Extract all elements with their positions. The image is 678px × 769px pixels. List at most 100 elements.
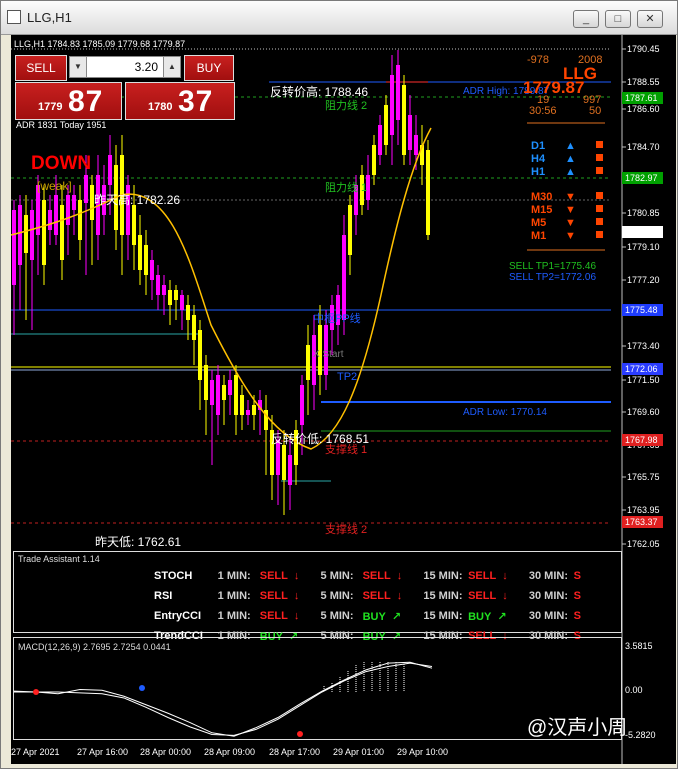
candle [348,205,352,255]
signal-cell: SELL ↓ [258,586,319,606]
signal-value: BUY [468,610,492,623]
timeframe-status-icon [596,231,603,238]
signal-cell: S [572,606,621,626]
indicator-name: EntryCCI [154,610,202,622]
buy-button[interactable]: BUY [184,55,234,81]
sell-price-button[interactable]: 1779 87 [15,82,122,120]
chart-header: LLG,H1 1784.83 1785.09 1779.68 1779.87 [14,39,185,49]
adr-info: ADR 1831 Today 1951 [16,120,106,130]
candle [150,260,154,280]
price-axis-label: 1779.10 [627,242,660,252]
axis-tag-1782-97-text: 1782.97 [625,173,658,183]
resistance-2-label: 阻力线 2 [325,98,367,112]
resistance-1-label: 阻力线 1 [325,180,367,194]
candle [390,75,394,135]
info-price: 1779.87 [523,78,584,97]
sell-price-big: 87 [68,85,104,118]
arrow-down-icon: ↓ [396,570,403,582]
signal-value: SELL [259,610,288,622]
price-axis-label: 1771.50 [627,375,660,385]
signal-cell: SELL ↓ [361,586,422,606]
lot-decrease-icon[interactable]: ▼ [69,56,87,78]
yesterday-high-label: 昨天高: 1782.26 [94,192,180,207]
candle [342,235,346,320]
arrow-down-icon: ↓ [502,570,508,582]
candle [42,200,46,265]
candle [48,210,52,230]
candle [300,385,304,425]
candle [222,385,226,400]
price-axis-label: 1790.45 [627,44,660,54]
candle [186,305,190,320]
buy-price-big: 37 [178,85,214,118]
signal-cell: SELL ↓ [258,606,319,626]
candle [228,380,232,395]
signal-value: S [573,610,581,622]
candle [246,410,250,415]
candle [60,205,64,260]
candle [234,375,238,415]
candle [252,405,256,415]
candle [384,105,388,145]
candle [66,195,70,225]
candle [18,205,22,265]
signal-value: BUY [362,610,386,623]
close-button[interactable]: ✕ [637,10,663,28]
indicator-name: STOCH [154,570,193,582]
arrow-down-icon: ↓ [293,570,300,582]
sell-tp1-label: SELL TP1=1775.46 [509,261,596,272]
timeframe-label: M5 [531,217,546,229]
timeframe-label: D1 [531,140,545,152]
timeframe-status-icon [596,154,603,161]
arrow-up-icon: ↗ [497,610,507,623]
assistant-row: RSI 1 MIN: SELL ↓ 5 MIN: SELL ↓ 15 MIN: SELL ↓ 30 … [154,586,621,606]
candle [306,345,310,380]
arrow-up-icon: ↗ [391,610,402,623]
timeframe-label: M15 [531,204,552,216]
candle [156,275,160,295]
signal-cell: S [572,586,621,606]
timeframe-label: H1 [531,166,545,178]
sell-button[interactable]: SELL [15,55,67,81]
trade-assistant-table: STOCH 1 MIN: SELL ↓ 5 MIN: SELL ↓ 15 MIN: SELL ↓ 3… [154,566,621,646]
macd-axis-zero: 0.00 [625,685,643,695]
price-axis-label: 1769.60 [627,407,660,417]
price-chart[interactable]: 1790.451788.551786.601784.701782.751780.… [11,35,676,764]
minimize-button[interactable]: _ [573,10,599,28]
signal-value: SELL [362,590,391,602]
signal-cell: SELL ↓ [466,566,527,586]
buy-price-button[interactable]: 1780 37 [125,82,235,120]
timeframe-status-icon [596,141,603,148]
assistant-row: EntryCCI 1 MIN: SELL ↓ 5 MIN: BUY ↗ 15 MIN: BUY ↗… [154,606,621,626]
candle [12,210,16,285]
signal-cell: SELL ↓ [361,566,422,586]
time-axis-label: 28 Apr 09:00 [204,747,255,757]
arrow-down-icon: ↓ [396,590,403,602]
price-axis-label: 1786.60 [627,104,660,114]
timeframe-cell: 15 MIN: [423,590,463,602]
maximize-button[interactable]: □ [605,10,631,28]
timeframe-status-icon [596,167,603,174]
axis-tag-1763-37-text: 1763.37 [625,517,658,527]
candle [198,330,202,380]
macd-signal-line [14,662,433,736]
candle [204,365,208,400]
candle [372,145,376,175]
candle [138,235,142,270]
signal-cell: SELL ↓ [466,586,527,606]
candle [192,315,196,340]
trend-down-label: DOWN [31,153,91,174]
candle [72,195,76,210]
x-start-label: X Start [313,349,344,360]
candle [108,155,112,185]
arrow-down-icon: ↓ [293,610,300,622]
candle [378,125,382,155]
buy-price-prefix: 1780 [148,101,173,113]
price-axis-label: 1762.05 [627,539,660,549]
timeframe-cell: 5 MIN: [320,590,354,602]
lot-increase-icon[interactable]: ▲ [163,56,181,78]
assistant-row: STOCH 1 MIN: SELL ↓ 5 MIN: SELL ↓ 15 MIN: SELL ↓ 3… [154,566,621,586]
macd-axis-bottom: -5.2820 [625,730,656,740]
info-value-1: -978 [527,54,549,66]
trend-strength-label: [weak] [37,179,72,193]
